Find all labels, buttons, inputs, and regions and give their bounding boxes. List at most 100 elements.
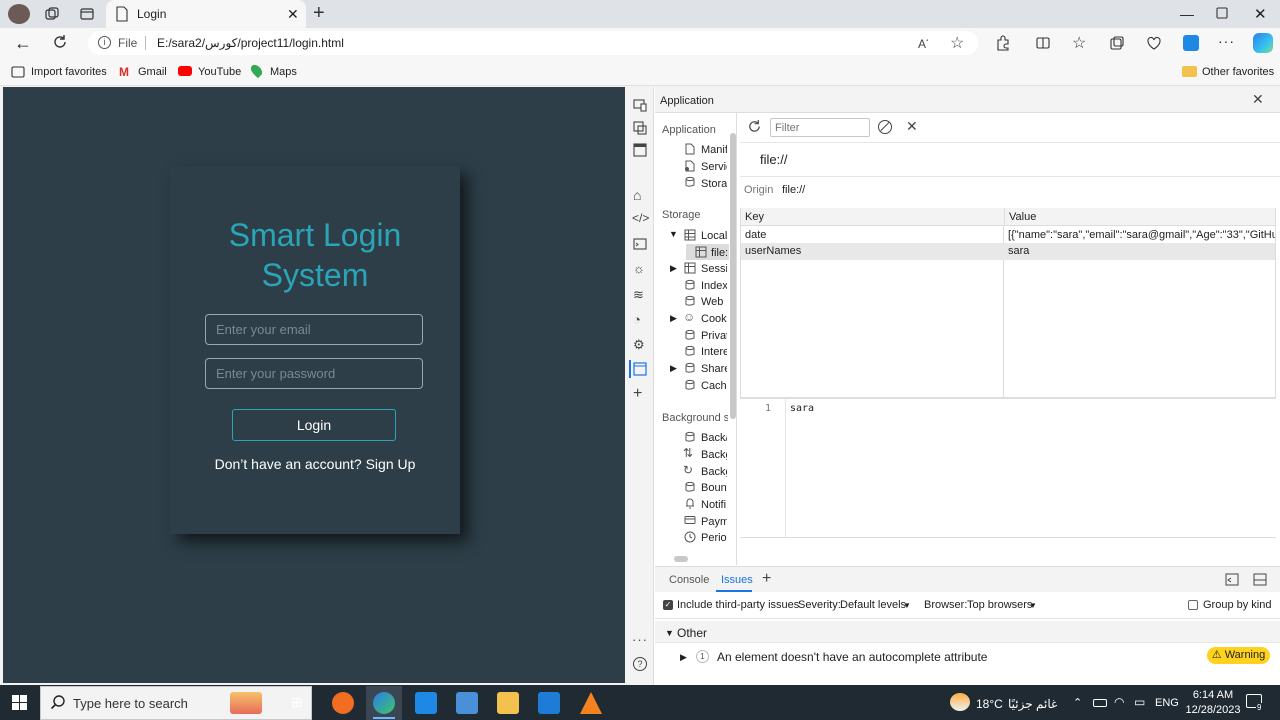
expand-session-icon[interactable]: ▶ — [670, 263, 677, 274]
email-input[interactable] — [205, 314, 423, 345]
table-row-value[interactable]: [{"name":"sara","email":"sara@gmail","Ag… — [1004, 227, 1275, 244]
customize-icon[interactable]: ··· — [632, 632, 648, 647]
copilot-icon[interactable] — [1253, 33, 1273, 53]
weather-icon[interactable] — [950, 693, 970, 711]
severity-select[interactable]: Default levels — [840, 599, 906, 611]
expand-cookies-icon[interactable]: ▶ — [670, 313, 677, 324]
weather-description[interactable]: غائم جزئيًا — [1008, 697, 1057, 711]
help-icon[interactable]: ? — [633, 657, 647, 671]
column-header-value[interactable]: Value — [1004, 208, 1275, 226]
search-highlight-icon[interactable] — [230, 692, 262, 714]
dock-drawer-icon[interactable] — [1225, 573, 1239, 586]
file-explorer-icon[interactable] — [497, 692, 519, 714]
wifi-icon[interactable]: ◠ — [1114, 695, 1124, 709]
sidebar-item-notifications[interactable]: Notifi — [701, 499, 727, 511]
sidebar-item-indexeddb[interactable]: Indexe — [701, 280, 727, 292]
refresh-storage-icon[interactable] — [747, 119, 762, 134]
sidebar-item-background-fetch[interactable]: Backg — [701, 449, 727, 461]
tab-login[interactable] — [106, 0, 306, 28]
close-drawer-icon[interactable] — [1253, 573, 1267, 586]
clock-time[interactable]: 6:14 AM — [1190, 689, 1236, 701]
performance-icon[interactable]: ◔ — [633, 312, 641, 327]
sidebar-item-periodic-sync[interactable]: Perioc — [701, 532, 727, 544]
dock-icon[interactable] — [633, 143, 647, 157]
table-row-key[interactable]: date — [741, 227, 1003, 244]
favorite-gmail[interactable]: Gmail — [138, 66, 167, 78]
severity-dropdown-icon[interactable]: ▼ — [903, 601, 911, 610]
tab-console[interactable]: Console — [669, 574, 709, 586]
sidebar-item-background-sync[interactable]: Backg — [701, 466, 727, 478]
sidebar-item-bounce-tracking[interactable]: Bounc — [701, 482, 727, 494]
close-tab-icon[interactable]: ✕ — [287, 7, 299, 21]
refresh-icon[interactable] — [52, 34, 68, 50]
more-options-icon[interactable]: ··· — [1218, 33, 1235, 49]
favorite-youtube[interactable]: YouTube — [198, 66, 241, 78]
workspaces-icon[interactable] — [44, 6, 60, 22]
sidebar-item-shared-storage[interactable]: Share — [701, 363, 727, 375]
split-screen-icon[interactable] — [1035, 35, 1051, 51]
sidebar-item-service-workers[interactable]: Servic — [701, 161, 727, 173]
weather-temperature[interactable]: 18°C — [976, 697, 1003, 711]
signup-link[interactable]: Don’t have an account? Sign Up — [170, 456, 460, 472]
battery-icon[interactable] — [1093, 699, 1107, 707]
read-aloud-icon[interactable]: Aꞏ — [918, 35, 929, 51]
network-icon[interactable]: ≋ — [633, 287, 644, 303]
issues-section-header[interactable] — [655, 621, 1280, 643]
sidebar-item-interest-groups[interactable]: Intere — [701, 346, 727, 358]
vscode-app-icon[interactable] — [538, 692, 560, 714]
profile-avatar[interactable] — [8, 4, 30, 24]
include-third-party-checkbox[interactable]: ✓ — [663, 600, 673, 610]
back-icon[interactable]: ← — [14, 34, 32, 52]
welcome-home-icon[interactable]: ⌂ — [633, 187, 641, 203]
browser-dropdown-icon[interactable]: ▼ — [1029, 601, 1037, 610]
tab-actions-icon[interactable] — [79, 6, 95, 22]
favorite-star-icon[interactable]: ☆ — [950, 33, 964, 53]
vlc-app-icon[interactable] — [580, 692, 602, 714]
add-drawer-tab-icon[interactable]: + — [762, 570, 771, 588]
expand-issue-icon[interactable]: ▶ — [680, 652, 687, 663]
sidebar-item-storage[interactable]: Storag — [701, 178, 727, 190]
password-input[interactable] — [205, 358, 423, 389]
soundcloud-app-icon[interactable] — [332, 692, 354, 714]
browser-essentials-icon[interactable] — [1146, 35, 1162, 51]
sidebar-item-websql[interactable]: Web S — [701, 296, 727, 308]
more-tools-icon[interactable]: + — [633, 385, 642, 403]
clear-all-icon[interactable] — [878, 120, 892, 134]
tab-issues[interactable]: Issues — [721, 574, 753, 586]
clock-date[interactable]: 12/28/2023 — [1184, 704, 1242, 716]
editor-content[interactable]: sara — [790, 403, 814, 414]
minimize-icon[interactable]: — — [1180, 6, 1194, 22]
sources-bug-icon[interactable]: ☼ — [633, 261, 645, 276]
sidebar-item-manifest[interactable]: Manif — [701, 144, 727, 156]
device-emulation-icon[interactable] — [633, 98, 647, 112]
new-tab-icon[interactable]: + — [313, 3, 325, 23]
window-close-icon[interactable]: ✕ — [1254, 5, 1267, 23]
collections-icon[interactable] — [1109, 35, 1125, 51]
filter-input[interactable] — [770, 118, 870, 137]
sidebar-item-file-origin[interactable]: file: — [711, 247, 727, 259]
delete-selected-icon[interactable]: ✕ — [906, 118, 918, 135]
windows-start-icon[interactable] — [12, 695, 27, 710]
show-hidden-icons[interactable]: ⌃ — [1073, 696, 1082, 709]
sidebar-item-cookies[interactable]: Cooki — [701, 313, 727, 325]
favorite-import[interactable]: Import favorites — [31, 66, 107, 78]
edge-app-icon[interactable] — [373, 692, 395, 714]
task-view-icon[interactable]: ⊞ — [291, 694, 303, 711]
info-icon[interactable]: i — [98, 36, 111, 49]
store-app-icon[interactable] — [456, 692, 478, 714]
sidebar-item-local-storage[interactable]: Local — [701, 230, 727, 242]
table-row-value[interactable]: sara — [1004, 243, 1275, 260]
favorite-maps[interactable]: Maps — [270, 66, 297, 78]
sidebar-item-private-state[interactable]: Privat — [701, 330, 727, 342]
issue-text[interactable]: An element doesn't have an autocomplete … — [717, 650, 987, 664]
devtools-close-icon[interactable]: ✕ — [1252, 91, 1264, 108]
expand-local-icon[interactable]: ▼ — [669, 229, 678, 239]
url-text[interactable]: E:/sara2/كورس/project11/login.html — [157, 36, 344, 50]
sidebar-horizontal-scrollbar[interactable] — [674, 556, 688, 562]
maximize-icon[interactable] — [1216, 7, 1228, 19]
console-icon[interactable] — [633, 237, 647, 251]
table-row-key[interactable]: userNames — [741, 243, 1003, 260]
column-header-key[interactable]: Key — [741, 208, 1004, 226]
sidebar-item-cache-storage[interactable]: Cache — [701, 380, 727, 392]
login-button[interactable]: Login — [232, 409, 396, 441]
